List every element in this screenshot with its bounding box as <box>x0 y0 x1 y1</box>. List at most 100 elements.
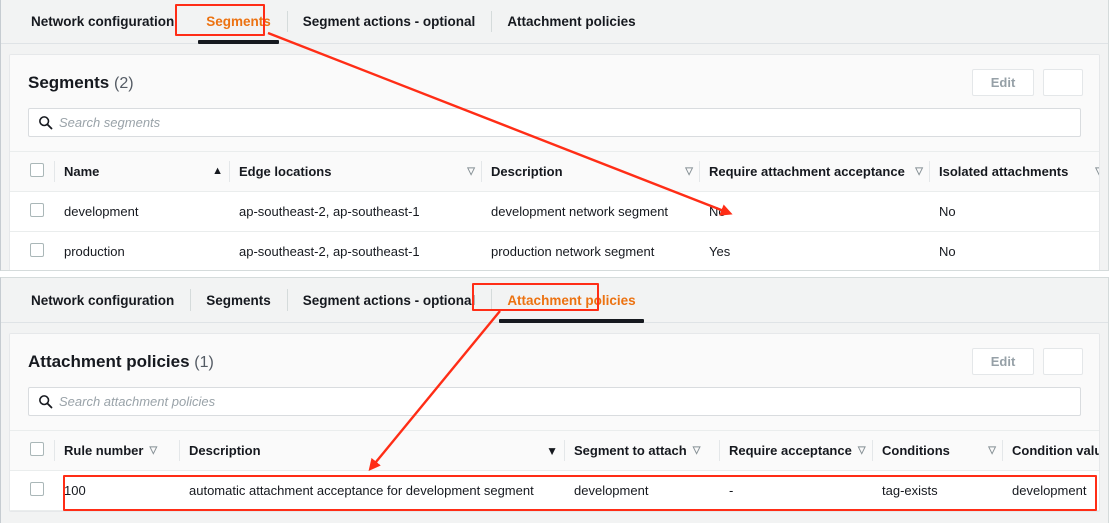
segments-title: Segments (2) <box>28 73 134 93</box>
edit-attachment-policies-button[interactable]: Edit <box>972 348 1034 375</box>
column-label: Description <box>189 443 261 458</box>
overflow-action-button[interactable] <box>1043 69 1083 96</box>
attachment-policies-search-wrap: Search attachment policies <box>10 385 1099 430</box>
row-checkbox[interactable] <box>30 482 44 496</box>
attachment-policies-card: Attachment policies (1) Edit Search atta… <box>9 333 1100 512</box>
tab-segments[interactable]: Segments <box>190 278 287 322</box>
attachment-policies-title-text: Attachment policies <box>28 351 190 371</box>
column-header-name[interactable]: Name ▲ <box>54 151 229 192</box>
tab-network-configuration[interactable]: Network configuration <box>15 0 190 43</box>
tab-label: Segments <box>206 14 271 29</box>
row-checkbox[interactable] <box>30 203 44 217</box>
table-row[interactable]: development ap-southeast-2, ap-southeast… <box>10 191 1099 232</box>
search-icon <box>38 394 53 409</box>
segments-search-wrap: Search segments <box>10 106 1099 151</box>
sort-icon: ▽ <box>692 444 701 456</box>
select-all-checkbox[interactable] <box>30 442 44 456</box>
tab-attachment-policies[interactable]: Attachment policies <box>491 0 651 43</box>
tab-segment-actions-optional[interactable]: Segment actions - optional <box>286 0 492 43</box>
column-header-description[interactable]: Description ▽ <box>481 151 699 192</box>
search-attachment-policies-input[interactable]: Search attachment policies <box>28 387 1081 416</box>
row-checkbox[interactable] <box>30 243 44 257</box>
segments-count: (2) <box>113 74 134 92</box>
attachment-policies-table-header-row: Rule number ▽ Description ▼ Segment to a… <box>10 430 1099 471</box>
search-segments-input[interactable]: Search segments <box>28 108 1081 137</box>
column-header-conditions[interactable]: Conditions ▽ <box>872 430 1002 471</box>
cell-edge-locations: ap-southeast-2, ap-southeast-1 <box>229 191 481 232</box>
cell-require-acceptance: - <box>719 470 872 511</box>
cell-name: production <box>54 231 229 270</box>
sort-icon: ▽ <box>467 165 475 177</box>
column-header-description[interactable]: Description ▼ <box>179 430 564 471</box>
cell-require-attachment-acceptance: Yes <box>699 231 929 270</box>
cell-name: development <box>54 191 229 232</box>
sort-icon: ▽ <box>857 444 866 456</box>
segments-table: Name ▲ Edge locations ▽ Description ▽ Re… <box>10 151 1099 270</box>
column-header-isolated-attachments[interactable]: Isolated attachments ▽ <box>929 151 1099 192</box>
attachment-policies-header-actions: Edit <box>972 348 1085 375</box>
sort-icon: ▽ <box>915 165 923 177</box>
cell-conditions: tag-exists <box>872 470 1002 511</box>
table-row[interactable]: 100 automatic attachment acceptance for … <box>10 470 1099 511</box>
attachment-policies-count: (1) <box>194 353 214 371</box>
column-label: Edge locations <box>239 164 332 179</box>
segments-table-header-row: Name ▲ Edge locations ▽ Description ▽ Re… <box>10 151 1099 192</box>
column-label: Condition values <box>1012 443 1099 458</box>
cell-edge-locations: ap-southeast-2, ap-southeast-1 <box>229 231 481 270</box>
edit-segments-button[interactable]: Edit <box>972 69 1034 96</box>
cell-require-attachment-acceptance: No <box>699 191 929 232</box>
overflow-action-button[interactable] <box>1043 348 1083 375</box>
screenshot-root: Network configuration Segments Segment a… <box>0 0 1109 523</box>
table-row[interactable]: production ap-southeast-2, ap-southeast-… <box>10 231 1099 270</box>
cell-isolated-attachments: No <box>929 231 1099 270</box>
column-header-rule-number[interactable]: Rule number ▽ <box>54 430 179 471</box>
column-label: Segment to attach <box>574 443 687 458</box>
tab-label: Segments <box>206 292 271 308</box>
attachment-policies-table: Rule number ▽ Description ▼ Segment to a… <box>10 430 1099 511</box>
search-segments-placeholder: Search segments <box>59 115 161 130</box>
segments-card-header: Segments (2) Edit <box>10 55 1099 106</box>
column-label: Name <box>64 164 100 179</box>
segments-header-actions: Edit <box>972 69 1085 96</box>
attachment-policies-panel: Network configuration Segments Segment a… <box>0 277 1109 523</box>
column-header-segment-to-attach[interactable]: Segment to attach ▽ <box>564 430 719 471</box>
column-header-condition-values[interactable]: Condition values <box>1002 430 1099 471</box>
cell-description: development network segment <box>481 191 699 232</box>
sort-icon: ▽ <box>988 444 996 456</box>
row-select-cell <box>10 470 54 511</box>
column-header-edge-locations[interactable]: Edge locations ▽ <box>229 151 481 192</box>
tab-label: Attachment policies <box>507 14 636 29</box>
tab-label: Segment actions - optional <box>302 292 476 308</box>
tab-segment-actions-optional[interactable]: Segment actions - optional <box>286 278 492 322</box>
sort-ascending-icon: ▲ <box>212 165 223 177</box>
select-all-header <box>10 151 54 192</box>
cell-segment-to-attach: development <box>564 470 719 511</box>
row-select-cell <box>10 191 54 232</box>
tab-segments[interactable]: Segments <box>190 0 287 44</box>
column-label: Description <box>491 164 563 179</box>
column-label: Isolated attachments <box>939 164 1069 179</box>
column-header-require-attachment-acceptance[interactable]: Require attachment acceptance ▽ <box>699 151 929 192</box>
search-icon <box>38 115 53 130</box>
attachment-policies-title: Attachment policies (1) <box>28 352 214 372</box>
select-all-checkbox[interactable] <box>30 163 44 177</box>
segments-panel: Network configuration Segments Segment a… <box>0 0 1109 271</box>
tab-network-configuration[interactable]: Network configuration <box>15 278 190 322</box>
cell-condition-values: development <box>1002 470 1099 511</box>
tab-bar-segments: Network configuration Segments Segment a… <box>1 0 1108 44</box>
sort-icon: ▽ <box>685 165 693 177</box>
cell-rule-number: 100 <box>54 470 179 511</box>
column-label: Rule number <box>64 443 144 458</box>
row-select-cell <box>10 231 54 270</box>
sort-descending-icon: ▼ <box>546 443 558 458</box>
select-all-header <box>10 430 54 471</box>
tab-label: Network configuration <box>31 14 175 29</box>
search-attachment-policies-placeholder: Search attachment policies <box>59 394 216 409</box>
column-label: Require acceptance <box>729 443 852 458</box>
column-header-require-acceptance[interactable]: Require acceptance ▽ <box>719 430 872 471</box>
tab-attachment-policies[interactable]: Attachment policies <box>491 278 651 323</box>
tab-label: Network configuration <box>31 292 175 308</box>
sort-icon: ▽ <box>1095 166 1099 177</box>
cell-description: production network segment <box>481 231 699 270</box>
column-label: Conditions <box>882 443 950 458</box>
